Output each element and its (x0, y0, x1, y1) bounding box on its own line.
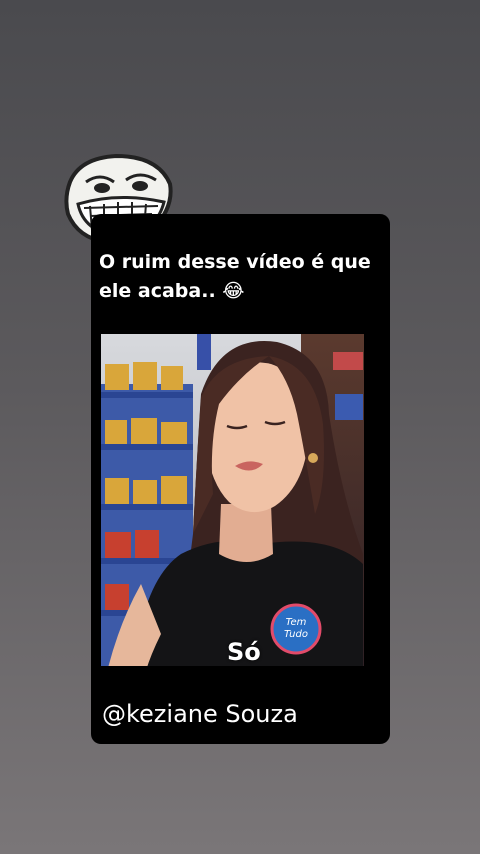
video-letterbox (101, 666, 364, 700)
video-subtitle: Só (227, 638, 261, 666)
video-player[interactable]: Tem Tudo Só (101, 334, 364, 700)
caption-line-2: ele acaba.. (99, 280, 216, 302)
shirt-logo-line2: Tudo (284, 629, 308, 640)
post-caption: O ruim desse vídeo é que ele acaba.. 😂 (99, 248, 381, 306)
laughing-tears-emoji-icon: 😂 (222, 280, 245, 302)
shirt-logo-line1: Tem (286, 617, 307, 628)
caption-line-1: O ruim desse vídeo é que (99, 251, 371, 273)
story-screen: { "post": { "caption_line1": "O ruim des… (0, 0, 480, 854)
author-credit[interactable]: @keziane Souza (102, 700, 298, 728)
shirt-logo: Tem Tudo (270, 603, 322, 655)
story-card: O ruim desse vídeo é que ele acaba.. 😂 T… (91, 214, 390, 744)
